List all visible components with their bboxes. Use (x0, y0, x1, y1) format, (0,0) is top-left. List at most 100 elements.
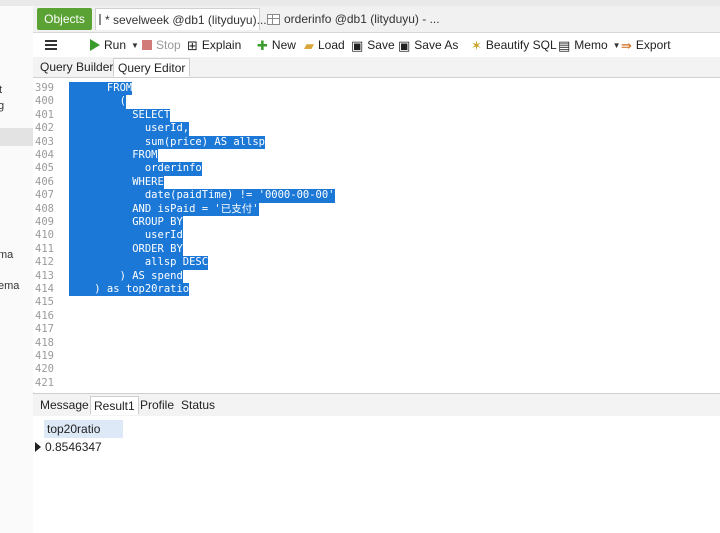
navigator-fragment: t (0, 84, 2, 96)
tab-result1[interactable]: Result1 (90, 396, 139, 415)
code-text: date(paidTime) != '0000-00-00' (69, 189, 335, 203)
line-number: 413 (35, 269, 54, 282)
line-number: 416 (35, 309, 54, 322)
tab-status[interactable]: Status (178, 396, 218, 415)
current-row-indicator-icon (35, 442, 41, 452)
beautify-sql-button[interactable]: ✶ Beautify SQL (471, 36, 557, 54)
tab-message[interactable]: Message (37, 396, 92, 415)
line-number: 418 (35, 336, 54, 349)
explain-label: Explain (201, 38, 242, 52)
magic-wand-icon: ✶ (471, 37, 482, 53)
stop-label: Stop (156, 38, 181, 52)
tab-query-sevelweek-label: * sevelweek @db1 (lityduyu)... (105, 12, 267, 27)
line-number: 401 (35, 108, 54, 121)
code-text: SELECT (69, 108, 171, 123)
tab-message-label: Message (40, 398, 89, 412)
line-number: 409 (35, 216, 54, 228)
save-icon: ▣ (351, 37, 364, 53)
line-number: 406 (35, 175, 54, 188)
tab-objects[interactable]: Objects (37, 8, 92, 30)
code-text: orderinfo (69, 162, 202, 176)
explain-icon: ⊞ (187, 37, 198, 53)
stop-icon (142, 40, 152, 50)
new-query-icon: ✚ (257, 37, 268, 53)
new-label: New (271, 38, 296, 52)
code-text: WHERE (69, 175, 164, 190)
tab-query-sevelweek[interactable]: * sevelweek @db1 (lityduyu)... (95, 8, 267, 30)
tab-profile[interactable]: Profile (137, 396, 177, 415)
tab-query-builder[interactable]: Query Builder (36, 58, 117, 77)
tab-result1-label: Result1 (94, 399, 135, 413)
code-text: userId (69, 229, 183, 243)
folder-icon: ▰ (304, 37, 314, 53)
column-header-top20ratio[interactable]: top20ratio (44, 420, 123, 438)
result-tabs: Message Result1 Profile Status (33, 393, 720, 417)
line-number: 420 (35, 363, 54, 376)
save-as-icon: ▣ (398, 37, 411, 53)
sql-editor[interactable]: 399 FROM 400 (401 SELECT 402 userId, 403 su… (33, 78, 720, 392)
query-table-icon (99, 14, 101, 25)
navigator-fragment: g (0, 100, 4, 112)
document-tabs: Objects * sevelweek @db1 (lityduyu)... o… (33, 6, 720, 33)
code-text: allsp DESC (69, 256, 209, 270)
line-number: 411 (35, 242, 54, 255)
column-header-label: top20ratio (47, 422, 101, 436)
export-icon: ⇛ (621, 37, 632, 53)
code-text: FROM (69, 149, 158, 163)
memo-button[interactable]: ▤ Memo ▼ (558, 36, 621, 54)
navigator-fragment: ma (0, 249, 14, 261)
line-number: 417 (35, 323, 54, 336)
navigator-fragment: ema (0, 280, 20, 292)
tab-status-label: Status (181, 398, 216, 412)
code-text: AND isPaid = '已支付' (69, 202, 259, 216)
editor-mode-tabs: Query Builder Query Editor (33, 57, 720, 78)
tab-query-builder-label: Query Builder (40, 60, 114, 74)
line-number: 412 (35, 256, 54, 269)
tab-query-editor-label: Query Editor (118, 61, 186, 75)
save-label: Save (367, 38, 395, 52)
explain-button[interactable]: ⊞ Explain (187, 36, 241, 54)
line-number: 399 (35, 82, 54, 94)
code-text: ORDER BY (69, 242, 183, 257)
export-button[interactable]: ⇛ Export (621, 36, 671, 54)
line-number: 408 (35, 202, 54, 215)
line-number: 400 (35, 95, 54, 108)
new-button[interactable]: ✚ New (257, 36, 296, 54)
run-button[interactable]: Run ▼ (90, 36, 139, 54)
tab-query-orderinfo-label: orderinfo @db1 (lityduyu) - ... (284, 12, 440, 26)
tab-query-editor[interactable]: Query Editor (113, 58, 191, 77)
save-as-button[interactable]: ▣ Save As (398, 36, 458, 54)
code-text: userId, (69, 122, 190, 136)
tab-objects-label: Objects (44, 12, 85, 26)
line-number: 410 (35, 229, 54, 242)
line-number: 404 (35, 149, 54, 161)
chevron-down-icon[interactable]: ▼ (613, 41, 621, 50)
code-text: ) AS spend (69, 269, 183, 283)
chevron-down-icon[interactable]: ▼ (131, 41, 139, 50)
line-number: 407 (35, 189, 54, 202)
line-number: 415 (35, 296, 54, 309)
query-table-icon (267, 13, 280, 25)
code-text: GROUP BY (69, 216, 183, 230)
code-text: ( (69, 95, 126, 109)
line-number: 405 (35, 162, 54, 175)
query-toolbar: Run ▼ Stop ⊞ Explain ✚ New ▰ Load ▣ Save… (33, 33, 720, 57)
play-icon (90, 39, 100, 51)
load-button[interactable]: ▰ Load (304, 36, 345, 54)
code-text: FROM (69, 82, 133, 96)
save-button[interactable]: ▣ Save (351, 36, 395, 54)
line-number: 421 (35, 376, 54, 389)
memo-label: Memo (574, 38, 608, 52)
export-label: Export (635, 38, 671, 52)
navigator-selected-item[interactable] (0, 128, 33, 146)
tab-query-orderinfo[interactable]: orderinfo @db1 (lityduyu) - ... (265, 8, 467, 30)
stop-button[interactable]: Stop (142, 36, 181, 54)
line-number: 414 (35, 283, 54, 295)
code-text: ) as top20ratio (69, 283, 190, 297)
menu-button[interactable] (45, 36, 57, 54)
line-number: 402 (35, 122, 54, 135)
line-number: 419 (35, 350, 54, 362)
navigator-panel: t g ma ema (0, 6, 34, 533)
result-cell[interactable]: 0.8546347 (45, 438, 102, 456)
hamburger-icon (45, 40, 57, 50)
